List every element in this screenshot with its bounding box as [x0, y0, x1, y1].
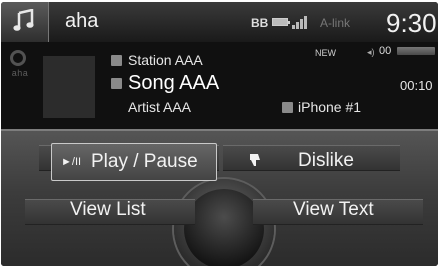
status-bar: aha BB A-link 9:30: [1, 2, 438, 42]
artist-name: Artist AAA: [128, 99, 192, 115]
album-art: [43, 56, 95, 118]
station-icon: [111, 55, 122, 66]
music-note-icon: [13, 9, 34, 31]
clock: 9:30: [386, 8, 437, 38]
app-name: aha: [65, 10, 99, 32]
new-badge: NEW: [315, 48, 336, 58]
dislike-label: Dislike: [298, 150, 354, 171]
bluetooth-icon: BB: [251, 16, 269, 30]
thumbs-down-icon: [250, 154, 260, 166]
song-title: Song AAA: [128, 72, 220, 94]
view-list-label: View List: [70, 199, 146, 220]
song-icon: [111, 78, 122, 89]
volume-icon: ◂): [367, 47, 375, 57]
view-text-button[interactable]: View Text: [253, 193, 428, 229]
dislike-button[interactable]: Dislike: [223, 143, 400, 181]
phone-icon: [282, 102, 293, 113]
signal-strength-icon: [292, 15, 310, 29]
play-pause-icon: ►/II: [61, 156, 82, 168]
source-device: iPhone #1: [298, 99, 362, 115]
elapsed-time: 00:10: [400, 78, 433, 93]
play-pause-label: Play / Pause: [91, 151, 198, 172]
volume-level: 00: [379, 45, 392, 57]
battery-icon: [272, 18, 290, 26]
view-list-button[interactable]: View List: [25, 193, 195, 229]
control-panel: ►/II Play / Pause Dislike View List View…: [1, 129, 438, 266]
network-name: A-link: [320, 16, 351, 30]
play-pause-button[interactable]: ►/II Play / Pause: [51, 143, 217, 181]
interface-dial-center[interactable]: [184, 189, 264, 266]
head-unit-screen: aha BB A-link 9:30 aha Station AAA Song …: [1, 2, 438, 266]
aha-logo-icon: aha: [7, 50, 33, 92]
view-text-label: View Text: [293, 199, 374, 220]
audio-source-tab[interactable]: [1, 2, 49, 42]
station-name: Station AAA: [128, 52, 203, 68]
volume-bar: [397, 47, 435, 55]
now-playing-panel: aha Station AAA Song AAA Artist AAA iPho…: [1, 42, 438, 129]
